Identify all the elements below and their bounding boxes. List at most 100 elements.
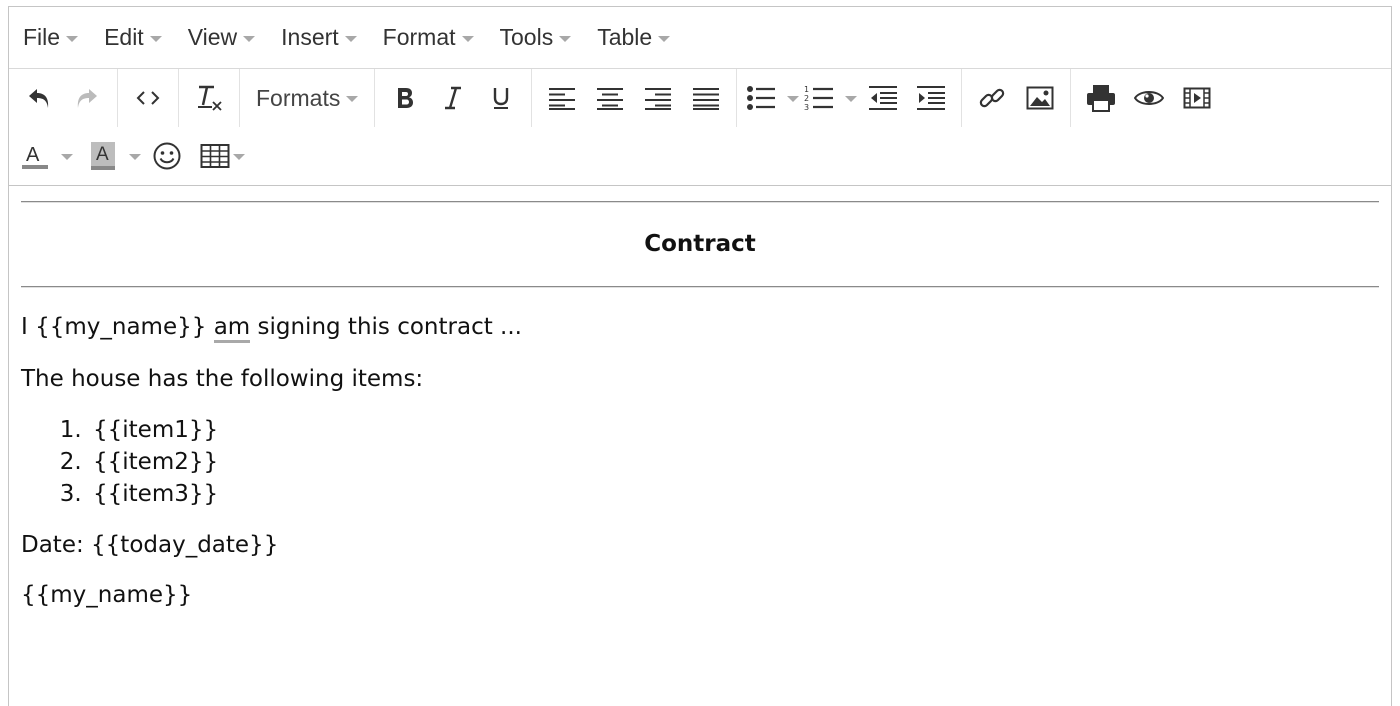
- italic-button[interactable]: [429, 74, 477, 122]
- outdent-button[interactable]: [859, 74, 907, 122]
- chevron-down-icon: [129, 154, 141, 160]
- image-icon: [1026, 86, 1054, 110]
- menu-table-label: Table: [597, 24, 653, 50]
- code-group: [118, 69, 179, 127]
- source-code-button[interactable]: [124, 74, 172, 122]
- document-title: Contract: [644, 231, 756, 257]
- text-style-group: [375, 69, 533, 127]
- formats-label: Formats: [256, 84, 341, 111]
- list-item: {{item1}}: [89, 414, 1379, 446]
- justify-icon: [693, 88, 720, 110]
- formats-dropdown[interactable]: Formats: [246, 74, 368, 122]
- menu-format[interactable]: Format: [383, 24, 474, 51]
- align-left-icon: [549, 88, 576, 110]
- chevron-down-icon: [787, 96, 800, 102]
- toolbar-row-1: Formats 1 2 3: [9, 69, 1391, 127]
- spellcheck-word[interactable]: am: [213, 314, 251, 343]
- background-color-button[interactable]: A: [85, 132, 121, 180]
- menu-view-label: View: [187, 24, 238, 50]
- emoticons-icon: [153, 142, 181, 170]
- background-color-menu[interactable]: [121, 132, 143, 180]
- italic-icon: [445, 86, 462, 110]
- chevron-down-icon: [233, 154, 245, 160]
- chevron-down-icon: [66, 35, 79, 42]
- align-center-icon: [597, 88, 624, 110]
- menu-insert[interactable]: Insert: [281, 24, 357, 51]
- bullet-list-menu[interactable]: [779, 74, 801, 122]
- misc-group: [1071, 69, 1227, 127]
- menu-table[interactable]: Table: [597, 24, 671, 51]
- media-button[interactable]: [1173, 74, 1221, 122]
- toolbar-row-2: A A: [9, 127, 1391, 185]
- image-button[interactable]: [1016, 74, 1064, 122]
- link-icon: [980, 88, 1005, 108]
- chevron-down-icon: [344, 35, 357, 42]
- justify-button[interactable]: [682, 74, 730, 122]
- print-button[interactable]: [1077, 74, 1125, 122]
- intro-text-end: signing this contract ...: [250, 314, 522, 340]
- chevron-down-icon: [461, 35, 474, 42]
- menu-tools-label: Tools: [499, 24, 554, 50]
- align-center-button[interactable]: [586, 74, 634, 122]
- bullet-list-icon: [747, 86, 776, 110]
- align-left-button[interactable]: [538, 74, 586, 122]
- paragraph-signature: {{my_name}}: [21, 582, 193, 608]
- menu-format-label: Format: [382, 24, 456, 50]
- menu-edit[interactable]: Edit: [104, 24, 162, 51]
- menu-insert-label: Insert: [281, 24, 339, 50]
- numbered-list-button[interactable]: 123: [801, 74, 837, 122]
- chevron-down-icon: [243, 35, 256, 42]
- color-group: A A: [9, 127, 249, 185]
- text-color-icon: A: [22, 144, 48, 169]
- insert-group: [962, 69, 1072, 127]
- outdent-icon: [869, 86, 898, 110]
- svg-text:3: 3: [804, 103, 809, 112]
- print-icon: [1087, 85, 1116, 112]
- link-button[interactable]: [968, 74, 1016, 122]
- bullet-list-button[interactable]: [743, 74, 779, 122]
- redo-button[interactable]: [63, 74, 111, 122]
- menu-tools[interactable]: Tools: [500, 24, 572, 51]
- table-icon: [200, 144, 230, 168]
- items-list: {{item1}} {{item2}} {{item3}}: [21, 414, 1379, 510]
- intro-text-start: I {{my_name}}: [21, 314, 214, 340]
- align-right-icon: [645, 88, 672, 110]
- text-color-menu[interactable]: [53, 132, 75, 180]
- paragraph-date: Date: {{today_date}}: [21, 532, 279, 558]
- source-code-icon: [136, 91, 160, 105]
- svg-text:2: 2: [804, 94, 809, 103]
- numbered-list-menu[interactable]: [837, 74, 859, 122]
- align-group: [532, 69, 738, 127]
- svg-text:1: 1: [804, 85, 809, 94]
- indent-button[interactable]: [907, 74, 955, 122]
- text-color-button[interactable]: A: [17, 132, 53, 180]
- list-group: 123: [737, 69, 963, 127]
- preview-button[interactable]: [1125, 74, 1173, 122]
- menu-file[interactable]: File: [23, 24, 79, 51]
- chevron-down-icon: [61, 154, 73, 160]
- preview-icon: [1134, 91, 1165, 105]
- clear-format-button[interactable]: [185, 74, 233, 122]
- menubar: File Edit View Insert Format Tools Table: [9, 7, 1391, 69]
- svg-text:A: A: [26, 144, 40, 166]
- redo-icon: [77, 89, 97, 108]
- menu-view[interactable]: View: [187, 24, 256, 51]
- clear-format-group: [179, 69, 240, 127]
- bold-button[interactable]: [381, 74, 429, 122]
- paragraph-intro: I {{my_name}} am signing this contract .…: [21, 314, 1379, 343]
- underline-button[interactable]: [477, 74, 525, 122]
- svg-text:A: A: [96, 144, 109, 165]
- undo-button[interactable]: [15, 74, 63, 122]
- table-button[interactable]: [197, 132, 233, 180]
- menu-file-label: File: [23, 24, 61, 50]
- undo-icon: [29, 89, 49, 108]
- chevron-down-icon: [346, 96, 359, 102]
- horizontal-rule: [21, 286, 1379, 288]
- emoticons-button[interactable]: [143, 132, 191, 180]
- chevron-down-icon: [845, 96, 858, 102]
- editor-content[interactable]: Contract I {{my_name}} am signing this c…: [21, 188, 1379, 608]
- formats-group: Formats: [240, 69, 376, 127]
- background-color-icon: A: [91, 142, 115, 170]
- history-group: [9, 69, 118, 127]
- align-right-button[interactable]: [634, 74, 682, 122]
